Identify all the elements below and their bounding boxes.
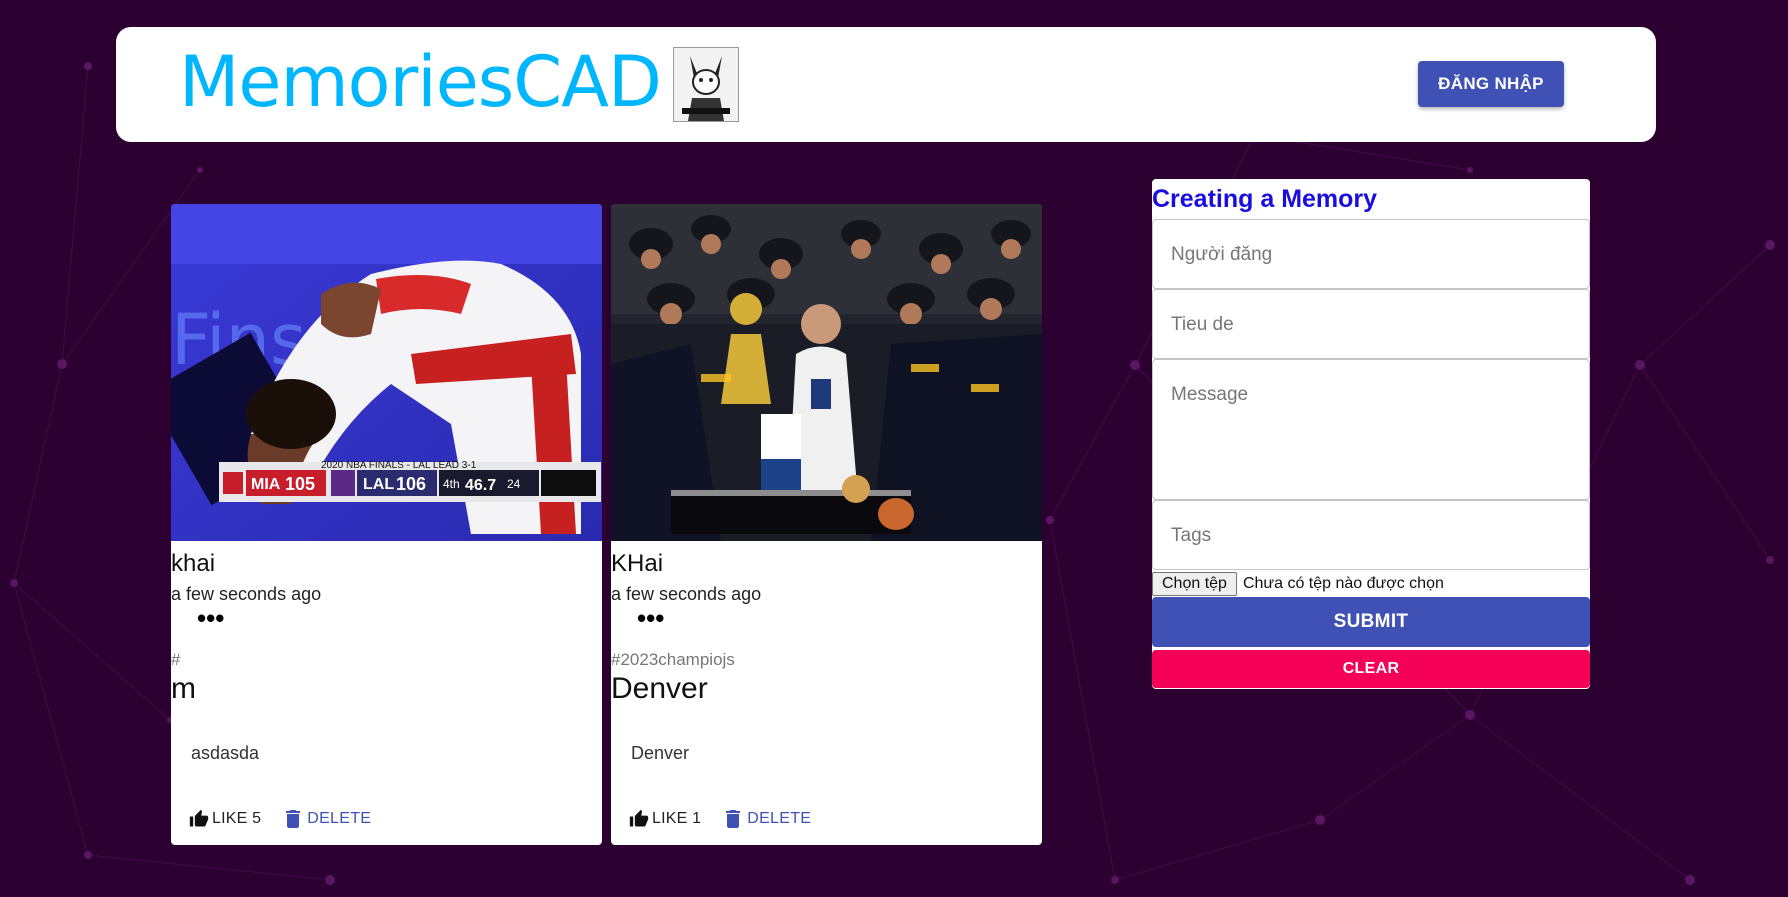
scoreboard-header: 2020 NBA FINALS - LAL LEAD 3-1: [321, 460, 477, 471]
app-header: MemoriesCAD ĐĂNG NHẬP: [116, 27, 1656, 142]
card-time: a few seconds ago: [611, 584, 762, 604]
card-title: m: [171, 672, 196, 705]
more-horizontal-icon[interactable]: •••: [197, 605, 233, 636]
memory-form: Creating a Memory Người đăng Tieu de Mes…: [1152, 179, 1590, 689]
team2-score: 106: [396, 474, 426, 494]
card-time: a few seconds ago: [171, 584, 322, 604]
clear-button[interactable]: CLEAR: [1152, 650, 1590, 688]
form-title: Creating a Memory: [1152, 185, 1378, 213]
game-clock: 46.7: [465, 477, 496, 494]
delete-button[interactable]: DELETE: [285, 809, 371, 829]
choose-file-button[interactable]: Chọn tệp: [1152, 572, 1237, 596]
team1-abbr: MIA: [251, 476, 281, 493]
card-tags: #: [171, 650, 181, 669]
like-button[interactable]: LIKE 1: [628, 809, 701, 829]
creator-placeholder: Người đăng: [1171, 244, 1273, 265]
file-status: Chưa có tệp nào được chọn: [1242, 575, 1444, 592]
tags-placeholder: Tags: [1171, 525, 1212, 546]
card-title: Denver: [611, 672, 708, 705]
card-actions: LIKE 1 DELETE: [628, 804, 811, 834]
memory-card: KHai a few seconds ago ••• #2023champioj…: [611, 204, 1042, 845]
quarter: 4th: [443, 477, 460, 491]
message-field[interactable]: Message: [1152, 359, 1590, 500]
thumb-up-icon: [189, 809, 209, 827]
creator-field[interactable]: Người đăng: [1152, 219, 1590, 289]
thumb-up-icon: [629, 809, 649, 827]
delete-label: DELETE: [307, 810, 372, 827]
trash-icon: [726, 810, 741, 828]
title-placeholder: Tieu de: [1171, 314, 1234, 335]
card-message: Denver: [631, 743, 690, 763]
card-tags: #2023champiojs: [611, 650, 735, 669]
team1-score: 105: [285, 474, 315, 494]
more-horizontal-icon[interactable]: •••: [637, 605, 673, 636]
team2-abbr: LAL: [363, 476, 394, 493]
submit-button[interactable]: SUBMIT: [1152, 597, 1590, 647]
shot-clock: 24: [507, 477, 521, 491]
message-placeholder: Message: [1171, 384, 1249, 405]
like-label: LIKE 5: [212, 810, 262, 827]
like-button[interactable]: LIKE 5: [188, 809, 261, 829]
brand-logo: [673, 47, 739, 122]
memory-card: Fins 2020 NBA FINALS - LAL LEAD 3-1 MIA …: [171, 204, 602, 845]
trash-icon: [286, 810, 301, 828]
title-field[interactable]: Tieu de: [1152, 289, 1590, 359]
card-image: [611, 204, 1042, 541]
card-message: asdasda: [191, 743, 260, 763]
delete-label: DELETE: [747, 810, 812, 827]
card-author: KHai: [611, 550, 664, 577]
login-button[interactable]: ĐĂNG NHẬP: [1418, 61, 1564, 107]
card-image: Fins 2020 NBA FINALS - LAL LEAD 3-1 MIA …: [171, 204, 602, 541]
card-actions: LIKE 5 DELETE: [188, 804, 371, 834]
card-author: khai: [171, 550, 216, 577]
file-input: Chọn tệp Chưa có tệp nào được chọn: [1152, 570, 1444, 598]
delete-button[interactable]: DELETE: [725, 809, 811, 829]
tags-field[interactable]: Tags: [1152, 500, 1590, 570]
brand-title: MemoriesCAD: [179, 41, 662, 123]
like-label: LIKE 1: [652, 810, 702, 827]
